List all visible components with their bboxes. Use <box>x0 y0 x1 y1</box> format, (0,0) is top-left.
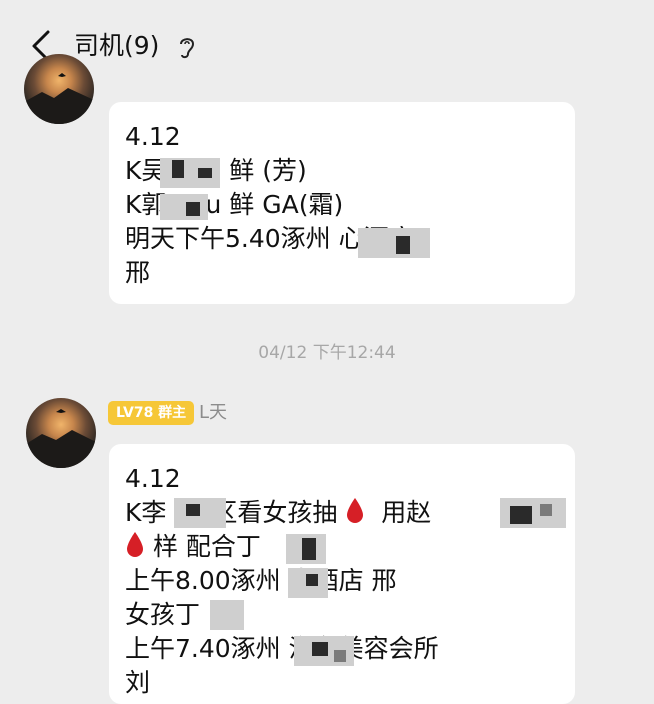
mosaic-blur <box>172 160 184 178</box>
mosaic-blur <box>510 506 532 524</box>
mosaic-blur <box>306 574 318 586</box>
mosaic-blur <box>198 168 212 178</box>
message-line: 明天下午5.40涿州 心酒店 <box>125 224 414 253</box>
message-line: 样 配合丁 <box>125 530 557 564</box>
mosaic-blur <box>186 504 200 516</box>
mosaic-blur <box>210 600 244 630</box>
mosaic-blur <box>358 228 430 258</box>
message-line: 女孩丁 <box>125 600 201 629</box>
mosaic-blur <box>312 642 328 656</box>
message-text: 样 配合丁 <box>152 532 261 561</box>
sender-name: L天 <box>199 402 228 423</box>
message-line: 邢 <box>125 258 151 287</box>
chat-header: 司机(9) <box>0 0 654 92</box>
message-line: 刘 <box>125 668 151 697</box>
mosaic-blur <box>396 236 410 254</box>
message-line: 4.12 <box>125 122 181 151</box>
mosaic-blur <box>334 650 346 662</box>
blood-drop-icon <box>347 498 364 523</box>
message-line: 4.12 <box>125 464 181 493</box>
mosaic-blur <box>186 202 200 216</box>
blood-drop-icon <box>127 532 143 557</box>
message-text: K李 来s区看女孩抽 <box>125 498 338 527</box>
avatar[interactable] <box>26 398 96 468</box>
message-text: 用赵 <box>381 498 432 527</box>
mosaic-blur <box>160 194 208 220</box>
mosaic-blur <box>302 538 316 560</box>
mosaic-blur <box>174 498 226 528</box>
mosaic-blur <box>540 504 552 516</box>
message-timestamp: 04/12 下午12:44 <box>258 343 396 363</box>
message-line: 上午8.00涿州 水酒店 邢 <box>125 566 397 595</box>
avatar[interactable] <box>24 54 94 124</box>
group-owner-badge: LV78 群主 <box>108 401 195 425</box>
ear-icon <box>180 38 195 59</box>
